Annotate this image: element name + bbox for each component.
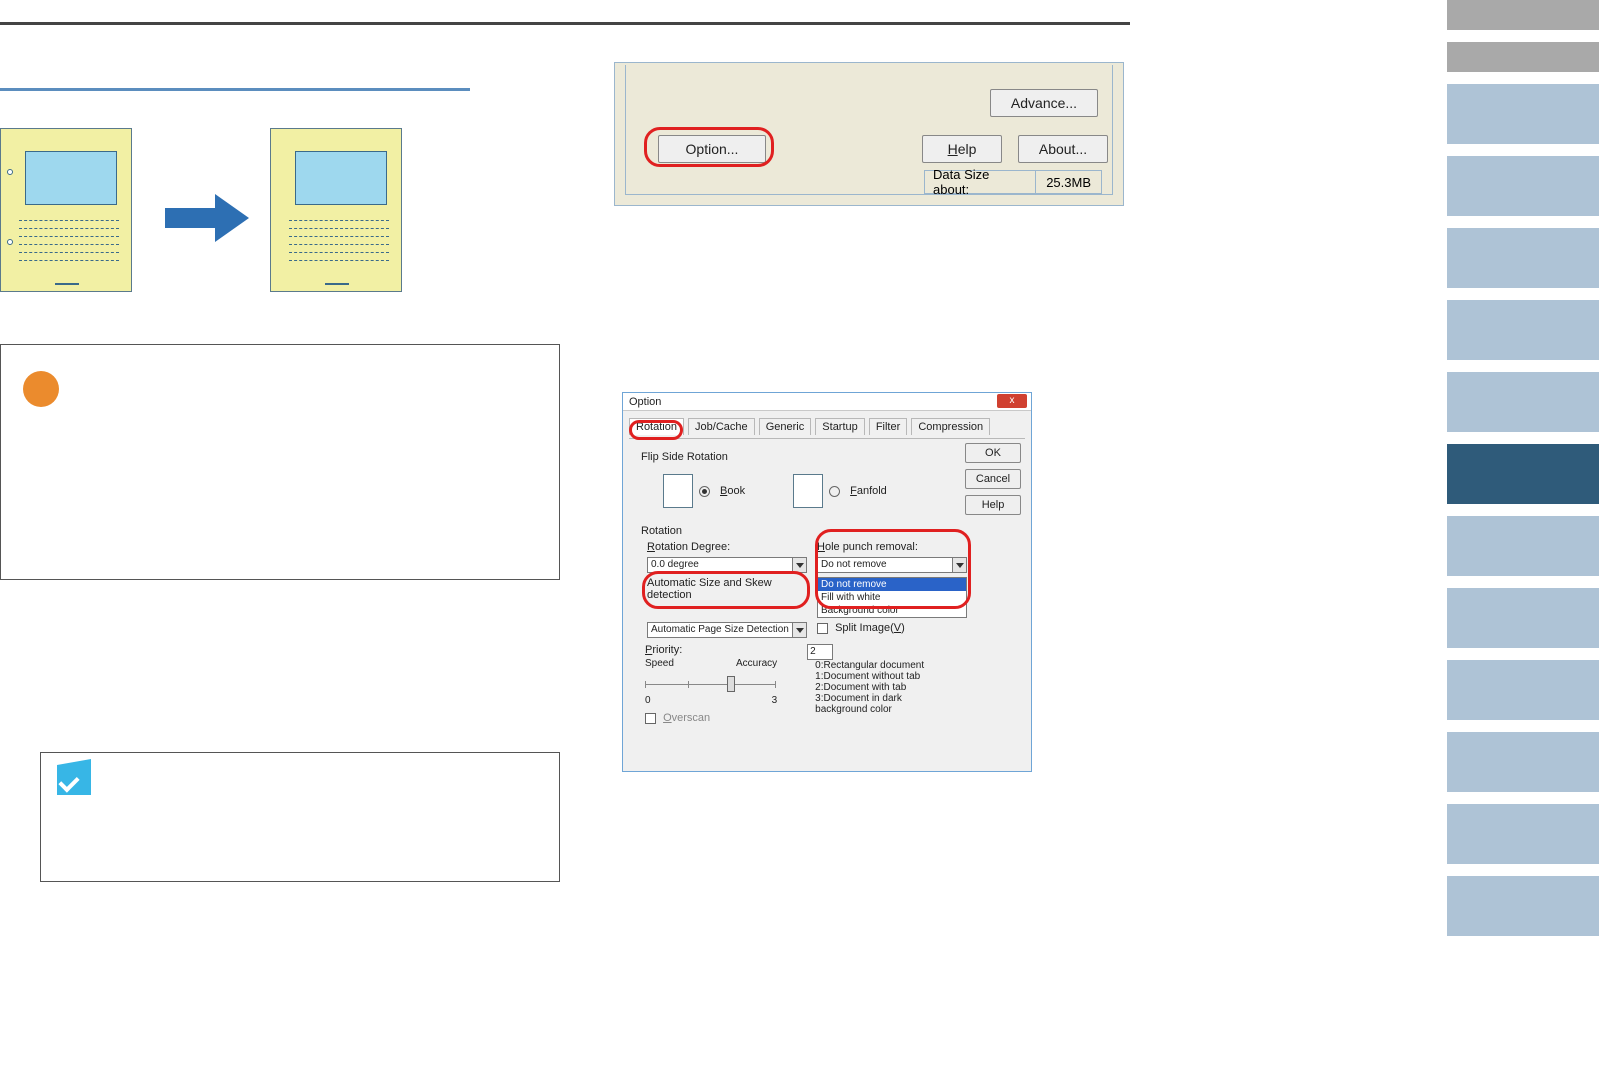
side-tab-active[interactable] [1447, 444, 1599, 504]
rotation-degree-label: Rotation Degree: [647, 541, 807, 553]
dialog-titlebar: Option x [623, 393, 1031, 411]
attention-box [0, 344, 560, 580]
book-label: Book [720, 485, 745, 497]
hole-removal-illustration [0, 128, 400, 308]
book-icon [663, 474, 693, 508]
section-underline [0, 88, 470, 91]
label-text: ook [727, 485, 745, 497]
tab-compression[interactable]: Compression [911, 418, 990, 435]
side-tab[interactable] [1447, 84, 1599, 144]
label-text: riority: [652, 644, 682, 656]
tab-startup[interactable]: Startup [815, 418, 864, 435]
dialog-buttons: OK Cancel Help [965, 443, 1021, 515]
priority-legend: 0:Rectangular document [815, 660, 951, 671]
driver-main-window-fragment: Advance... Option... Help About... Data … [614, 62, 1124, 206]
priority-accuracy-label: Accuracy [736, 658, 777, 669]
priority-min: 0 [645, 695, 651, 706]
select-value: 0.0 degree [651, 559, 699, 570]
side-tab[interactable] [1447, 516, 1599, 576]
hotkey: V [894, 622, 901, 634]
side-tab[interactable] [1447, 42, 1599, 72]
side-tab[interactable] [1447, 804, 1599, 864]
label-text: Split Image( [835, 622, 894, 634]
chevron-down-icon [792, 558, 806, 572]
priority-max: 3 [772, 695, 778, 706]
hotkey: F [850, 485, 857, 497]
option-dialog: Option x Rotation Job/Cache Generic Star… [622, 392, 1032, 772]
select-value: Automatic Page Size Detection [651, 624, 789, 635]
about-button[interactable]: About... [1018, 135, 1108, 163]
chevron-down-icon [792, 623, 806, 637]
side-tab[interactable] [1447, 732, 1599, 792]
priority-legend: 2:Document with tab [815, 682, 951, 693]
side-tabs [1447, 0, 1599, 936]
label-text: ) [901, 622, 905, 634]
split-image-checkbox-row: Split Image(V) [817, 622, 967, 638]
side-tab[interactable] [1447, 372, 1599, 432]
side-tab[interactable] [1447, 588, 1599, 648]
label-text: verscan [672, 712, 711, 724]
auto-size-select[interactable]: Automatic Page Size Detection [647, 622, 807, 638]
tab-jobcache[interactable]: Job/Cache [688, 418, 755, 435]
dialog-title: Option [629, 396, 661, 408]
overscan-checkbox [645, 713, 656, 724]
side-tab[interactable] [1447, 876, 1599, 936]
side-tab[interactable] [1447, 300, 1599, 360]
help-button[interactable]: Help [965, 495, 1021, 515]
side-tab[interactable] [1447, 228, 1599, 288]
tab-filter[interactable]: Filter [869, 418, 907, 435]
priority-label: Priority: [645, 644, 777, 656]
attention-dot-icon [23, 371, 59, 407]
priority-legend: 3:Document in dark background color [815, 693, 951, 715]
split-image-label: Split Image(V) [835, 622, 905, 634]
callout-ring-auto-detection [642, 571, 810, 609]
fanfold-icon [793, 474, 823, 508]
help-button[interactable]: Help [922, 135, 1002, 163]
label-text: otation Degree: [655, 541, 730, 553]
arrow-right-icon [165, 198, 255, 238]
callout-ring-hole-punch [815, 529, 971, 609]
hotkey: O [663, 712, 672, 724]
overscan-row: Overscan [645, 712, 777, 724]
advance-button[interactable]: Advance... [990, 89, 1098, 117]
document-after-icon [270, 128, 402, 292]
side-tab[interactable] [1447, 660, 1599, 720]
hotkey: R [647, 541, 655, 553]
close-button[interactable]: x [997, 394, 1027, 408]
priority-slider[interactable] [645, 669, 775, 693]
data-size-value: 25.3MB [1035, 171, 1101, 193]
label-text: anfold [857, 485, 887, 497]
cancel-button[interactable]: Cancel [965, 469, 1021, 489]
ok-button[interactable]: OK [965, 443, 1021, 463]
side-tab[interactable] [1447, 0, 1599, 30]
data-size-status: Data Size about: 25.3MB [924, 170, 1102, 194]
fanfold-label: Fanfold [850, 485, 887, 497]
priority-legend: 1:Document without tab [815, 671, 951, 682]
fanfold-radio[interactable] [829, 486, 840, 497]
hotkey: H [948, 141, 958, 157]
priority-value-spinner[interactable]: 2 [807, 644, 833, 660]
book-radio[interactable] [699, 486, 710, 497]
dialog-tabs: Rotation Job/Cache Generic Startup Filte… [629, 417, 1025, 439]
top-rule [0, 22, 1130, 25]
document-before-icon [0, 128, 132, 292]
hint-check-icon [57, 765, 91, 795]
label-text: elp [958, 141, 977, 157]
hint-box [40, 752, 560, 882]
callout-ring-option [644, 127, 774, 167]
flip-side-group-label: Flip Side Rotation [641, 451, 951, 463]
data-size-label: Data Size about: [925, 167, 1035, 197]
split-image-checkbox[interactable] [817, 623, 828, 634]
priority-speed-label: Speed [645, 658, 674, 669]
side-tab[interactable] [1447, 156, 1599, 216]
callout-ring-rotation-tab [629, 420, 683, 440]
tab-generic[interactable]: Generic [759, 418, 812, 435]
